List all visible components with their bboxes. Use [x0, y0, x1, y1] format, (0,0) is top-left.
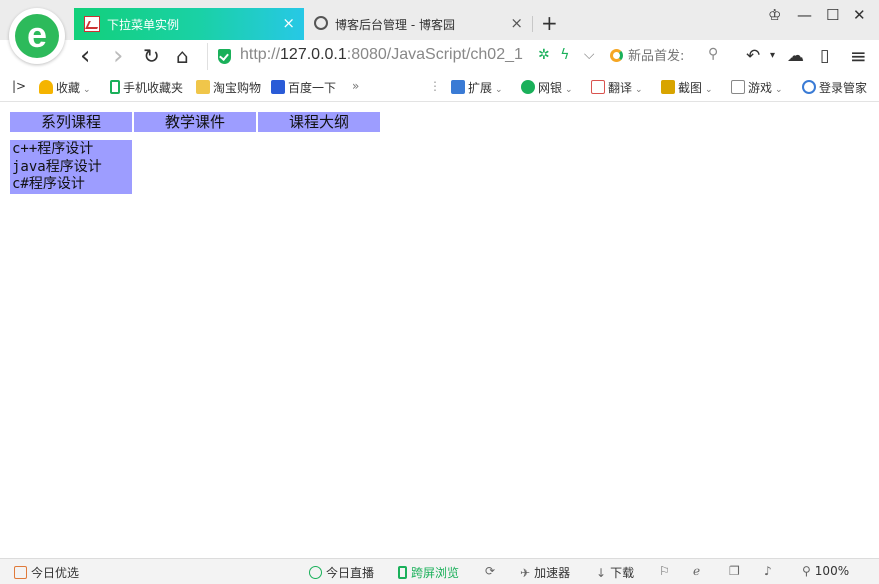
bookmark-favorites[interactable]: 收藏 ⌄ — [39, 79, 91, 96]
recycle-icon[interactable]: ✲ — [538, 47, 550, 63]
undo-button[interactable]: ↶ — [746, 45, 760, 67]
speed-icon[interactable]: ⟳ — [485, 564, 495, 578]
key-icon — [802, 80, 816, 94]
logo-letter: e — [26, 14, 48, 55]
submenu-item-cpp[interactable]: c++程序设计 — [12, 141, 130, 159]
page-content: 系列课程 教学课件 课程大纲 c++程序设计 java程序设计 c#程序设计 — [0, 102, 879, 557]
live-button[interactable]: 今日直播 — [309, 564, 374, 581]
bookmark-taobao[interactable]: 淘宝购物 — [196, 79, 261, 96]
zoom-icon: ⚲ — [802, 564, 811, 578]
tab-active[interactable]: 下拉菜单实例 × — [74, 8, 304, 40]
gamepad-icon — [731, 80, 745, 94]
bolt-icon[interactable]: ϟ — [560, 47, 569, 63]
main-menu-button[interactable]: ≡ — [850, 45, 867, 67]
address-dropdown-icon[interactable]: ⌵ — [584, 47, 595, 63]
window-icon[interactable]: ❐ — [729, 564, 740, 578]
close-window-button[interactable]: ✕ — [853, 6, 866, 24]
address-bar[interactable]: http://127.0.0.1:8080/JavaScript/ch02_1 … — [207, 43, 603, 70]
tab-close-button[interactable]: × — [510, 14, 523, 32]
translate-button[interactable]: 翻译 ⌄ — [591, 79, 643, 96]
cloud-icon[interactable]: ☁ — [787, 45, 804, 67]
scissors-icon — [661, 80, 675, 94]
new-tab-button[interactable]: + — [541, 12, 558, 34]
submenu-item-csharp[interactable]: c#程序设计 — [12, 176, 130, 194]
undo-dropdown-icon[interactable]: ▾ — [770, 45, 775, 67]
menu-series-courses[interactable]: 系列课程 — [10, 112, 132, 132]
mobile-icon — [398, 566, 407, 579]
ie-mode-icon[interactable]: ℯ — [693, 564, 700, 578]
cnblogs-favicon-icon — [314, 16, 328, 30]
status-bar: 今日优选 今日直播 跨屏浏览 ⟳ ✈ 加速器 ↓ 下载 ⚐ ℯ ❐ ♪ ⚲ 100% — [0, 558, 879, 584]
search-box[interactable]: ⚲ — [610, 46, 728, 68]
games-button[interactable]: 游戏 ⌄ — [731, 79, 783, 96]
forward-button[interactable]: › — [113, 43, 123, 69]
daily-picks-button[interactable]: 今日优选 — [14, 564, 79, 581]
phone-icon — [110, 80, 120, 94]
bank-button[interactable]: 网银 ⌄ — [521, 79, 573, 96]
minimize-button[interactable]: — — [797, 6, 812, 24]
url-text[interactable]: http://127.0.0.1:8080/JavaScript/ch02_1 — [240, 46, 523, 64]
browser-logo[interactable]: e — [9, 8, 65, 64]
gift-icon — [14, 566, 27, 579]
phone-icon[interactable]: ▯ — [820, 45, 829, 67]
accelerator-button[interactable]: ✈ 加速器 — [520, 564, 570, 581]
search-icon[interactable]: ⚲ — [708, 46, 718, 62]
dropdown-submenu: c++程序设计 java程序设计 c#程序设计 — [10, 140, 132, 194]
download-button[interactable]: ↓ 下载 — [596, 564, 634, 581]
more-bookmarks-button[interactable]: » — [352, 79, 359, 93]
translate-icon — [591, 80, 605, 94]
tab-strip: 下拉菜单实例 × 博客后台管理 - 博客园 × + ♔ — ☐ ✕ — [0, 0, 879, 40]
sidebar-toggle-button[interactable]: |> — [12, 79, 26, 93]
back-button[interactable]: ‹ — [80, 43, 90, 69]
reload-button[interactable]: ↻ — [143, 44, 160, 68]
tab-title: 博客后台管理 - 博客园 — [335, 18, 455, 32]
search-engine-icon — [610, 49, 623, 62]
bank-icon — [521, 80, 535, 94]
address-bar-icons: ✲ ϟ ⌵ — [538, 47, 595, 63]
toolbar-divider: ⋮ — [429, 79, 441, 93]
menu-syllabus[interactable]: 课程大纲 — [258, 112, 380, 132]
menu-courseware[interactable]: 教学课件 — [134, 112, 256, 132]
tab-inactive[interactable]: 博客后台管理 - 博客园 × — [304, 8, 532, 40]
play-icon — [309, 566, 322, 579]
home-button[interactable]: ⌂ — [176, 44, 189, 68]
maximize-button[interactable]: ☐ — [826, 6, 839, 24]
paw-icon — [271, 80, 285, 94]
extension-icon — [451, 80, 465, 94]
chevron-down-icon: ⌄ — [83, 85, 91, 95]
login-manager-button[interactable]: 登录管家 — [802, 79, 867, 96]
cross-screen-button[interactable]: 跨屏浏览 — [398, 564, 459, 581]
search-input[interactable] — [628, 46, 708, 66]
sound-icon[interactable]: ♪ — [764, 564, 772, 578]
tab-close-button[interactable]: × — [282, 14, 295, 32]
zoom-control[interactable]: ⚲ 100% — [802, 564, 849, 578]
folder-icon — [196, 80, 210, 94]
submenu-item-java[interactable]: java程序设计 — [12, 159, 130, 177]
flag-icon[interactable]: ⚐ — [659, 564, 670, 578]
bookmark-baidu[interactable]: 百度一下 — [271, 79, 336, 96]
screenshot-button[interactable]: 截图 ⌄ — [661, 79, 713, 96]
navigation-toolbar: ‹ › ↻ ⌂ http://127.0.0.1:8080/JavaScript… — [0, 40, 879, 73]
extension-button[interactable]: 扩展 ⌄ — [451, 79, 503, 96]
tab-divider — [532, 16, 533, 32]
star-icon — [39, 80, 53, 94]
bookmarks-bar: |> 收藏 ⌄ 手机收藏夹 淘宝购物 百度一下 » ⋮ 扩展 ⌄ 网银 ⌄ 翻译 ⌄ 截… — [0, 73, 879, 102]
download-icon: ↓ — [596, 566, 607, 580]
skin-icon[interactable]: ♔ — [768, 6, 781, 24]
bookmark-mobile[interactable]: 手机收藏夹 — [110, 79, 183, 96]
security-shield-icon — [218, 49, 231, 64]
rocket-icon: ✈ — [520, 566, 531, 580]
tab-title: 下拉菜单实例 — [107, 18, 180, 32]
page-favicon-icon — [84, 16, 100, 32]
